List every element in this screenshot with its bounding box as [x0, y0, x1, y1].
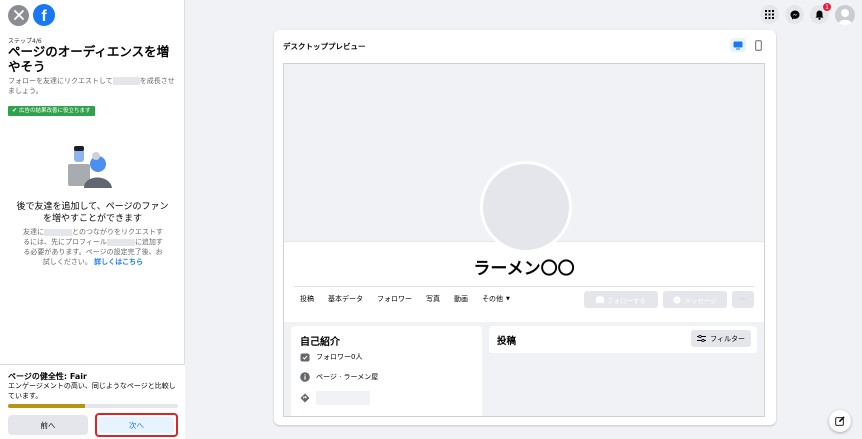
filter-icon [697, 335, 707, 342]
page-title: ページのオーディエンスを増やそう [8, 44, 170, 74]
info-icon [300, 372, 310, 382]
messenger-icon [673, 295, 681, 304]
tab-posts[interactable]: 投稿 [300, 294, 314, 304]
page-header: ラーメン〇〇 投稿 基本データ フォロワー 写真 動画 その他 ▼ フォローする … [284, 64, 764, 322]
page-name: ラーメン〇〇 [473, 259, 575, 279]
description-text-1: フォローを友達にリクエストして [8, 77, 113, 85]
preview-card: デスクトッププレビュー ラーメン〇〇 投稿 基本データ フォロワー 写真 動画 … [274, 30, 776, 425]
health-description: エンゲージメントの高い、同じようなページと比較しています。 [8, 382, 176, 400]
divider [294, 286, 754, 287]
tab-about[interactable]: 基本データ [328, 294, 363, 304]
follow-label: フォローする [607, 296, 646, 305]
info-text: 友達に とのつながりをリクエストするには、先にプロフィール に追加する必要があります… [22, 227, 164, 267]
tab-more[interactable]: その他 ▼ [482, 294, 510, 304]
mobile-view-button[interactable] [752, 38, 764, 52]
follow-button[interactable]: フォローする [584, 291, 658, 308]
message-button[interactable]: メッセージ [663, 291, 727, 308]
profile-picture [480, 161, 572, 253]
posts-section: 投稿 フィルター [489, 326, 757, 353]
tab-videos[interactable]: 動画 [454, 294, 468, 304]
followers-count: フォロワー0人 [316, 353, 363, 361]
bell-icon [815, 10, 824, 20]
message-label: メッセージ [684, 296, 717, 305]
intro-title: 自己紹介 [300, 337, 340, 348]
page-health-section: ページの健全性: Fair エンゲージメントの高い、同じようなページと比較してい… [0, 364, 185, 439]
health-progress-bar [8, 404, 178, 408]
page-preview: ラーメン〇〇 投稿 基本データ フォロワー 写真 動画 その他 ▼ フォローする … [283, 63, 765, 417]
description: フォローを友達にリクエストして を成長させましょう。 [8, 76, 180, 96]
follow-icon [596, 296, 604, 303]
view-toggle [730, 38, 764, 52]
learn-more-link[interactable]: 詳しくはこちら [94, 258, 143, 266]
desktop-view-button[interactable] [730, 38, 746, 52]
prev-button[interactable]: 前へ [8, 415, 88, 435]
redacted-profile [106, 238, 135, 246]
mobile-icon [754, 39, 762, 51]
badge-label: 広告の結果改善に役立ちます [19, 108, 91, 114]
followers-icon [300, 352, 310, 362]
edit-icon [835, 416, 845, 426]
account-avatar[interactable] [835, 5, 855, 25]
check-icon: ✔ [12, 107, 18, 114]
setup-sidebar: f ステップ4/6 ページのオーディエンスを増やそう フォローを友達にリクエスト… [0, 0, 185, 439]
followers-row: フォロワー0人 [300, 352, 362, 362]
tab-more-label: その他 [482, 295, 503, 303]
redacted-page-name [112, 77, 140, 85]
filter-button[interactable]: フィルター [691, 330, 751, 347]
more-options-button[interactable]: ··· [732, 291, 754, 308]
sidebar-header: f [8, 4, 55, 26]
category-row: ページ · ラーメン屋 [300, 372, 378, 382]
health-progress-fill [8, 404, 85, 408]
tab-photos[interactable]: 写真 [426, 294, 440, 304]
next-button[interactable]: 次へ [95, 413, 178, 437]
tab-followers[interactable]: フォロワー [377, 294, 412, 304]
address-row [300, 391, 370, 405]
filter-label: フィルター [710, 334, 745, 343]
next-button-label: 次へ [99, 417, 174, 433]
people-illustration [68, 146, 112, 188]
redacted-address [316, 391, 370, 405]
page-action-buttons: フォローする メッセージ ··· [584, 291, 754, 308]
menu-button[interactable] [760, 5, 779, 24]
desktop-icon [733, 41, 743, 49]
info-heading: 後で友達を追加して、ページのファンを増やすことができます [16, 202, 169, 224]
info-text-1: 友達に [23, 228, 45, 236]
posts-title: 投稿 [497, 336, 517, 347]
redacted-page-name [44, 228, 73, 236]
preview-title: デスクトッププレビュー [283, 42, 366, 51]
location-icon [300, 393, 310, 403]
close-button[interactable] [8, 4, 29, 26]
avatar-silhouette-icon [838, 9, 852, 25]
close-icon [13, 10, 24, 20]
notification-badge: 1 [822, 2, 832, 12]
ads-badge: ✔ 広告の結果改善に役立ちます [8, 106, 95, 116]
notifications-button[interactable]: 1 [810, 2, 832, 24]
caret-down-icon: ▼ [506, 296, 510, 302]
messenger-button[interactable] [785, 5, 804, 24]
intro-section: 自己紹介 フォロワー0人 ページ · ラーメン屋 [291, 326, 482, 416]
page-category: ページ · ラーメン屋 [316, 373, 379, 381]
facebook-logo[interactable]: f [33, 4, 55, 26]
compose-button[interactable] [829, 410, 851, 432]
grid-icon [765, 10, 774, 19]
messenger-icon [790, 10, 799, 19]
page-tabs: 投稿 基本データ フォロワー 写真 動画 その他 ▼ [300, 294, 510, 304]
